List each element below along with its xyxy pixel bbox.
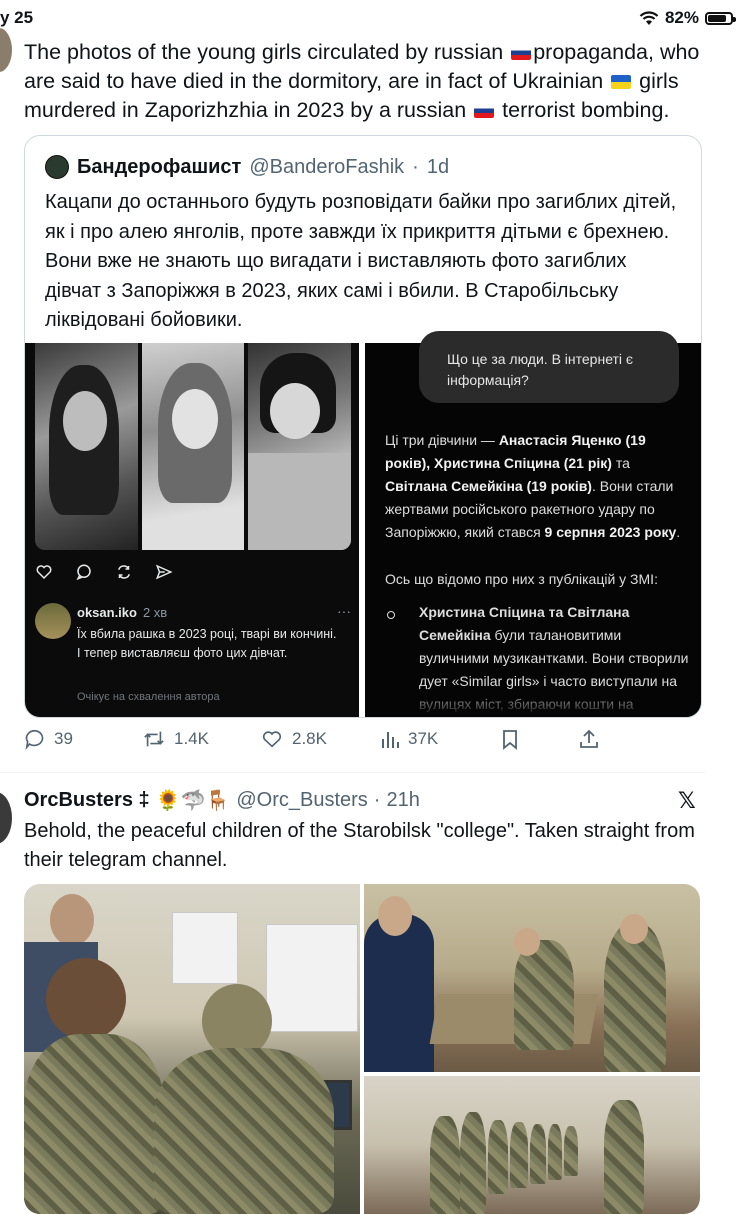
quote-author-name[interactable]: Бандерофашист [77, 156, 241, 179]
heart-icon[interactable] [35, 563, 53, 581]
tweet-header: OrcBusters ‡ 🌻🦈🪑 @Orc_Busters · 21h [24, 789, 420, 812]
avatar[interactable] [0, 792, 12, 844]
ai-answer-paragraph: Ці три дівчини — Анастасія Яценко (19 ро… [385, 432, 681, 540]
comment-icon[interactable] [75, 563, 93, 581]
views-icon [382, 732, 399, 748]
photo-2 [141, 343, 245, 550]
views-button[interactable]: 37K [380, 728, 438, 750]
commenter-avatar[interactable] [35, 603, 71, 639]
instagram-actions [35, 563, 173, 581]
tweet-media[interactable] [24, 884, 700, 1214]
like-icon [262, 731, 282, 748]
send-icon[interactable] [155, 563, 173, 581]
ukraine-flag-icon [611, 75, 632, 89]
formation-photo[interactable] [364, 1076, 700, 1214]
girls-photos [35, 343, 351, 550]
x-logo-icon[interactable]: 𝕏 [678, 788, 696, 814]
status-right: 82% [639, 8, 736, 28]
tweet-actions: 39 1.4K 2.8K 37K [24, 728, 704, 754]
reply-button[interactable]: 39 [24, 728, 73, 750]
question-bubble: Що це за люди. В інтернеті є інформація? [419, 331, 679, 403]
quote-author-handle[interactable]: @BanderoFashik [249, 156, 404, 179]
tweet-text: Behold, the peaceful children of the Sta… [24, 820, 695, 871]
share-button[interactable] [578, 728, 600, 750]
author-handle[interactable]: @Orc_Busters [236, 789, 367, 812]
russia-flag-icon [511, 46, 532, 60]
battery-percent: 82% [664, 8, 699, 27]
quote-time: 1d [426, 155, 450, 178]
quote-text: Кацапи до останнього будуть розповідати … [45, 191, 677, 331]
repost-button[interactable]: 1.4K [142, 728, 209, 750]
comment-body: Їх вбила рашка в 2023 році, тварі ви кон… [77, 627, 337, 660]
instagram-screenshot: oksan.iko 2 хв ··· Їх вбила рашка в 2023 … [25, 343, 359, 717]
tweet-time: 21h [386, 789, 420, 811]
battery-icon [705, 11, 736, 25]
quote-media[interactable]: oksan.iko 2 хв ··· Їх вбила рашка в 2023 … [25, 331, 701, 717]
reply-icon [25, 729, 44, 750]
bullet-icon [387, 611, 395, 619]
bookmark-button[interactable] [500, 728, 520, 750]
quote-avatar[interactable] [45, 155, 69, 179]
repost-icon [144, 731, 164, 747]
russia-flag-icon [474, 104, 495, 118]
quote-header: Бандерофашист @BanderoFashik · 1d [45, 155, 449, 179]
photo-1 [35, 343, 138, 550]
name-emojis: 🌻🦈🪑 [155, 790, 231, 812]
tweet-text: The photos of the young girls circulated… [24, 40, 700, 122]
avatar[interactable] [0, 28, 12, 72]
like-button[interactable]: 2.8K [260, 728, 327, 750]
commenter-name[interactable]: oksan.iko 2 хв [77, 605, 167, 620]
bookmark-icon [503, 730, 517, 750]
share-icon [580, 729, 598, 748]
training-photo[interactable] [364, 884, 700, 1072]
more-options-icon[interactable]: ··· [337, 603, 351, 619]
status-bar: у 25 82% [0, 0, 749, 34]
wifi-icon [639, 10, 659, 25]
author-name[interactable]: OrcBusters ‡ [24, 789, 150, 812]
divider [0, 772, 705, 773]
status-time: у 25 [0, 8, 34, 27]
classroom-photo[interactable] [24, 884, 360, 1214]
repost-icon[interactable] [115, 563, 133, 581]
ai-answer-intro: Ось що відомо про них з публікацій у ЗМІ… [385, 571, 658, 587]
quoted-tweet[interactable]: Бандерофашист @BanderoFashik · 1d Кацапи… [24, 135, 702, 718]
ai-chat-screenshot: Що це за люди. В інтернеті є інформація?… [365, 331, 701, 717]
comment-pending-note: Очікує на схвалення автора [77, 691, 220, 703]
photo-3 [248, 343, 351, 550]
